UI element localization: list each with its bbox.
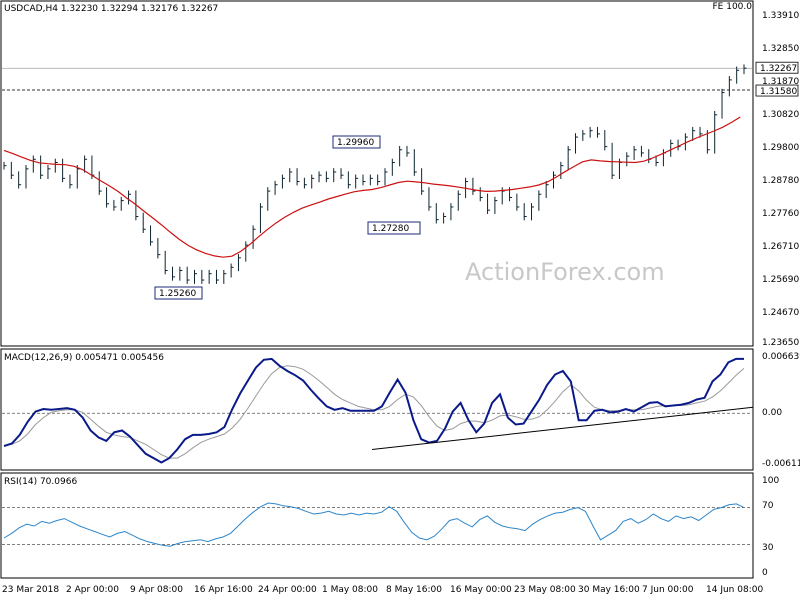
price-y-tick: 1.33910 xyxy=(762,11,799,21)
x-tick-label: 24 Apr 00:00 xyxy=(258,585,317,595)
rsi-y-axis: 100 70 30 0 xyxy=(762,476,779,578)
price-y-tick: 1.25690 xyxy=(762,275,799,285)
rsi-y-tick: 0 xyxy=(762,568,768,578)
x-tick-label: 23 Mar 2018 xyxy=(2,585,59,595)
price-tag-level: 1.31580 xyxy=(755,84,799,97)
price-panel-title: USDCAD,H4 1.32230 1.32294 1.32176 1.3226… xyxy=(4,4,218,14)
macd-y-tick: 0.006639 xyxy=(762,352,800,362)
price-y-tick: 1.30820 xyxy=(762,110,799,120)
price-y-tick: 1.28780 xyxy=(762,176,799,186)
macd-panel-title: MACD(12,26,9) 0.005471 0.005456 xyxy=(4,353,164,363)
rsi-panel-title: RSI(14) 70.0966 xyxy=(4,477,77,487)
x-tick-label: 7 Jun 00:00 xyxy=(642,585,694,595)
chart-canvas: ActionForex.com USDCAD,H4 1.32230 1.3229… xyxy=(0,0,800,595)
annotation-low: 1.25260 xyxy=(154,286,203,300)
rsi-series xyxy=(2,502,752,547)
macd-y-tick: 0.00 xyxy=(762,408,782,418)
rsi-line xyxy=(3,502,745,547)
x-tick-label: 16 May 00:00 xyxy=(450,585,512,595)
x-tick-label: 14 Jun 08:00 xyxy=(706,585,763,595)
price-y-tick: 1.24670 xyxy=(762,308,799,318)
watermark: ActionForex.com xyxy=(465,258,665,286)
price-panel-frame xyxy=(0,0,754,347)
rsi-y-tick: 100 xyxy=(762,476,779,486)
annotation-mid-label: 1.27280 xyxy=(372,224,409,234)
fe-label: FE 100.0 xyxy=(713,2,753,12)
annotation-low-label: 1.25260 xyxy=(159,289,196,299)
price-series xyxy=(2,64,752,284)
price-y-tick: 1.27760 xyxy=(762,209,799,219)
macd-y-axis: 0.006639 0.00 -0.006114 xyxy=(762,352,800,469)
rsi-panel-frame xyxy=(0,472,754,579)
macd-y-tick: -0.006114 xyxy=(762,459,800,469)
chart-window: ActionForex.com USDCAD,H4 1.32230 1.3229… xyxy=(0,0,800,600)
x-tick-label: 2 Apr 00:00 xyxy=(66,585,119,595)
annotation-high: 1.29960 xyxy=(332,135,381,149)
x-tick-label: 9 Apr 08:00 xyxy=(130,585,183,595)
annotation-mid: 1.27280 xyxy=(367,221,421,235)
price-tag-current: 1.32267 xyxy=(755,61,799,74)
x-tick-label: 16 Apr 16:00 xyxy=(194,585,253,595)
x-tick-label: 1 May 08:00 xyxy=(322,585,378,595)
annotation-high-label: 1.29960 xyxy=(337,138,374,148)
price-y-tick: 1.29800 xyxy=(762,143,799,153)
price-y-tick: 1.32850 xyxy=(762,44,799,54)
price-tag-level-label: 1.31580 xyxy=(760,87,797,97)
rsi-y-tick: 70 xyxy=(762,501,774,511)
price-y-tick: 1.23650 xyxy=(762,338,799,348)
rsi-y-tick: 30 xyxy=(762,543,774,553)
macd-series xyxy=(2,357,754,464)
macd-main-line xyxy=(3,357,744,464)
price-tag-current-label: 1.32267 xyxy=(760,64,797,74)
x-tick-label: 30 May 16:00 xyxy=(578,585,640,595)
price-y-tick: 1.26710 xyxy=(762,242,799,252)
x-tick-label: 8 May 16:00 xyxy=(386,585,442,595)
x-axis: 23 Mar 2018 2 Apr 00:00 9 Apr 08:00 16 A… xyxy=(2,585,763,595)
price-y-axis: 1.33910 1.32850 1.31870 1.30820 1.29800 … xyxy=(762,11,799,348)
x-tick-label: 23 May 08:00 xyxy=(514,585,576,595)
